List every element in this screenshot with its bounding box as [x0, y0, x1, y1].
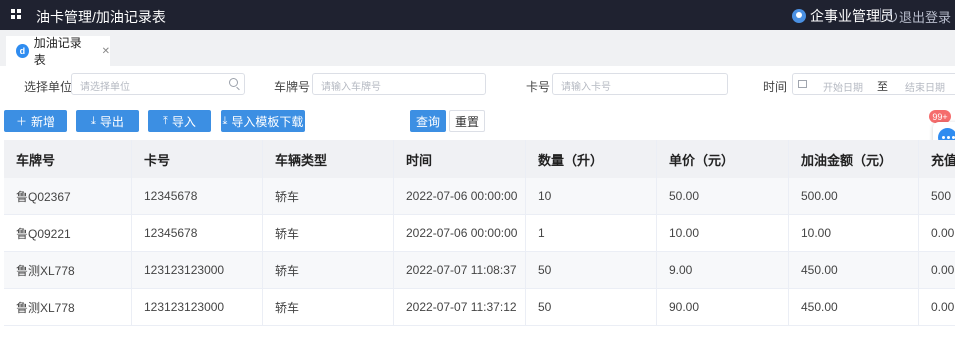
- table-cell: 鲁Q02367: [4, 178, 132, 214]
- table-cell: 500: [931, 189, 952, 203]
- table-cell: 10: [526, 178, 657, 214]
- table-cell: 轿车: [263, 252, 394, 288]
- column-header[interactable]: 数量（升）: [526, 140, 657, 178]
- tab-strip: d 加油记录表 ✕: [0, 30, 955, 67]
- table-cell: 90.00: [657, 289, 789, 325]
- tab-logo-icon: d: [16, 44, 29, 58]
- unit-select[interactable]: 请选择单位: [71, 73, 245, 95]
- user-avatar-icon: [792, 9, 806, 23]
- table-cell: 10.00: [657, 215, 789, 251]
- template-label: 导入模板下载: [231, 114, 304, 129]
- import-button[interactable]: ⤒ 导入: [148, 110, 211, 132]
- column-header[interactable]: 车辆类型: [263, 140, 394, 178]
- table-cell: 123123123000: [132, 252, 263, 288]
- plate-placeholder: 请输入车牌号: [321, 82, 381, 93]
- table-row[interactable]: 鲁Q02367 12345678 轿车 2022-07-06 00:00:00 …: [4, 178, 955, 215]
- export-button[interactable]: ⤓ 导出: [76, 110, 139, 132]
- card-input[interactable]: 请输入卡号: [552, 73, 728, 95]
- export-label: 导出: [99, 114, 124, 129]
- plate-label: 车牌号: [274, 80, 311, 94]
- add-button[interactable]: ＋ 新增: [4, 110, 67, 132]
- download-icon: ⤓: [91, 114, 96, 127]
- search-icon: [229, 78, 238, 87]
- table-cell: 500.00: [789, 178, 919, 214]
- table-row[interactable]: 鲁测XL778 123123123000 轿车 2022-07-07 11:37…: [4, 289, 955, 326]
- card-placeholder: 请输入卡号: [561, 82, 611, 93]
- column-header[interactable]: 加油金额（元）: [789, 140, 919, 178]
- column-header[interactable]: 单价（元）: [657, 140, 789, 178]
- table-cell: 鲁测XL778: [4, 289, 132, 325]
- upload-icon: ⤒: [163, 114, 168, 127]
- table-cell: 轿车: [263, 178, 394, 214]
- filter-bar: 选择单位 请选择单位 车牌号 请输入车牌号 卡号 请输入卡号 时间 开始日期 至…: [0, 66, 955, 102]
- top-bar: 油卡管理/加油记录表 企事业管理员 退出登录: [0, 0, 955, 30]
- add-label: 新增: [30, 114, 55, 129]
- menu-grid-icon[interactable]: [11, 9, 21, 19]
- table-cell: 鲁测XL778: [4, 252, 132, 288]
- table-row[interactable]: 鲁测XL778 123123123000 轿车 2022-07-07 11:08…: [4, 252, 955, 289]
- logout-label: 退出登录: [899, 10, 952, 25]
- table-cell: 0.00: [931, 300, 955, 314]
- table-cell: 鲁Q09221: [4, 215, 132, 251]
- table-cell: 0.00: [931, 226, 955, 240]
- range-separator: 至: [877, 81, 888, 93]
- close-icon[interactable]: ✕: [102, 46, 110, 57]
- tab-fuel-records[interactable]: d 加油记录表 ✕: [6, 36, 110, 67]
- tab-label: 加油记录表: [33, 36, 82, 67]
- unit-placeholder: 请选择单位: [80, 82, 130, 93]
- table-header: 车牌号 卡号 车辆类型 时间 数量（升） 单价（元） 加油金额（元） 充值: [4, 140, 955, 178]
- table-cell: 50: [526, 252, 657, 288]
- column-header[interactable]: 车牌号: [4, 140, 132, 178]
- table-cell: 轿车: [263, 215, 394, 251]
- import-label: 导入: [171, 114, 196, 129]
- download-icon: ⤓: [222, 114, 228, 127]
- reset-label: 重置: [454, 114, 479, 129]
- fuel-records-table: 车牌号 卡号 车辆类型 时间 数量（升） 单价（元） 加油金额（元） 充值 鲁Q…: [4, 140, 955, 326]
- table-cell: 50.00: [657, 178, 789, 214]
- table-row[interactable]: 鲁Q09221 12345678 轿车 2022-07-06 00:00:00 …: [4, 215, 955, 252]
- table-body: 鲁Q02367 12345678 轿车 2022-07-06 00:00:00 …: [4, 178, 955, 326]
- table-cell: 9.00: [657, 252, 789, 288]
- table-cell: 0.00: [931, 263, 955, 277]
- table-cell: 10.00: [789, 215, 919, 251]
- table-cell: 12345678: [132, 215, 263, 251]
- toolbar: ＋ 新增 ⤓ 导出 ⤒ 导入 ⤓ 导入模板下载 查询 重置: [0, 102, 955, 138]
- logout-button[interactable]: 退出登录: [886, 7, 951, 26]
- table-cell: 2022-07-07 11:37:12: [394, 289, 526, 325]
- card-label: 卡号: [526, 80, 551, 94]
- calendar-icon: [798, 80, 807, 88]
- query-button[interactable]: 查询: [410, 110, 446, 132]
- power-icon: [886, 9, 897, 22]
- table-cell: 2022-07-06 00:00:00: [394, 215, 526, 251]
- table-cell: 450.00: [789, 252, 919, 288]
- table-cell: 450.00: [789, 289, 919, 325]
- table-cell: 1: [526, 215, 657, 251]
- reset-button[interactable]: 重置: [449, 110, 485, 132]
- column-header[interactable]: 时间: [394, 140, 526, 178]
- table-cell: 2022-07-07 11:08:37: [394, 252, 526, 288]
- divider: [880, 8, 881, 22]
- column-header[interactable]: 充值: [919, 140, 955, 178]
- template-download-button[interactable]: ⤓ 导入模板下载: [221, 110, 305, 132]
- table-cell: 轿车: [263, 289, 394, 325]
- date-range-picker[interactable]: 开始日期 至 结束日期: [792, 73, 955, 95]
- query-label: 查询: [415, 114, 440, 129]
- current-user[interactable]: 企事业管理员: [792, 6, 894, 26]
- table-cell: 123123123000: [132, 289, 263, 325]
- plate-input[interactable]: 请输入车牌号: [312, 73, 486, 95]
- time-label: 时间: [763, 80, 788, 94]
- user-name: 企事业管理员: [810, 8, 894, 24]
- start-date-placeholder[interactable]: 开始日期: [823, 79, 863, 94]
- table-cell: 50: [526, 289, 657, 325]
- page-title: 油卡管理/加油记录表: [36, 9, 166, 25]
- table-cell: 2022-07-06 00:00:00: [394, 178, 526, 214]
- end-date-placeholder[interactable]: 结束日期: [905, 79, 945, 94]
- unit-label: 选择单位: [24, 80, 73, 94]
- column-header[interactable]: 卡号: [132, 140, 263, 178]
- plus-icon: ＋: [15, 116, 27, 128]
- table-cell: 12345678: [132, 178, 263, 214]
